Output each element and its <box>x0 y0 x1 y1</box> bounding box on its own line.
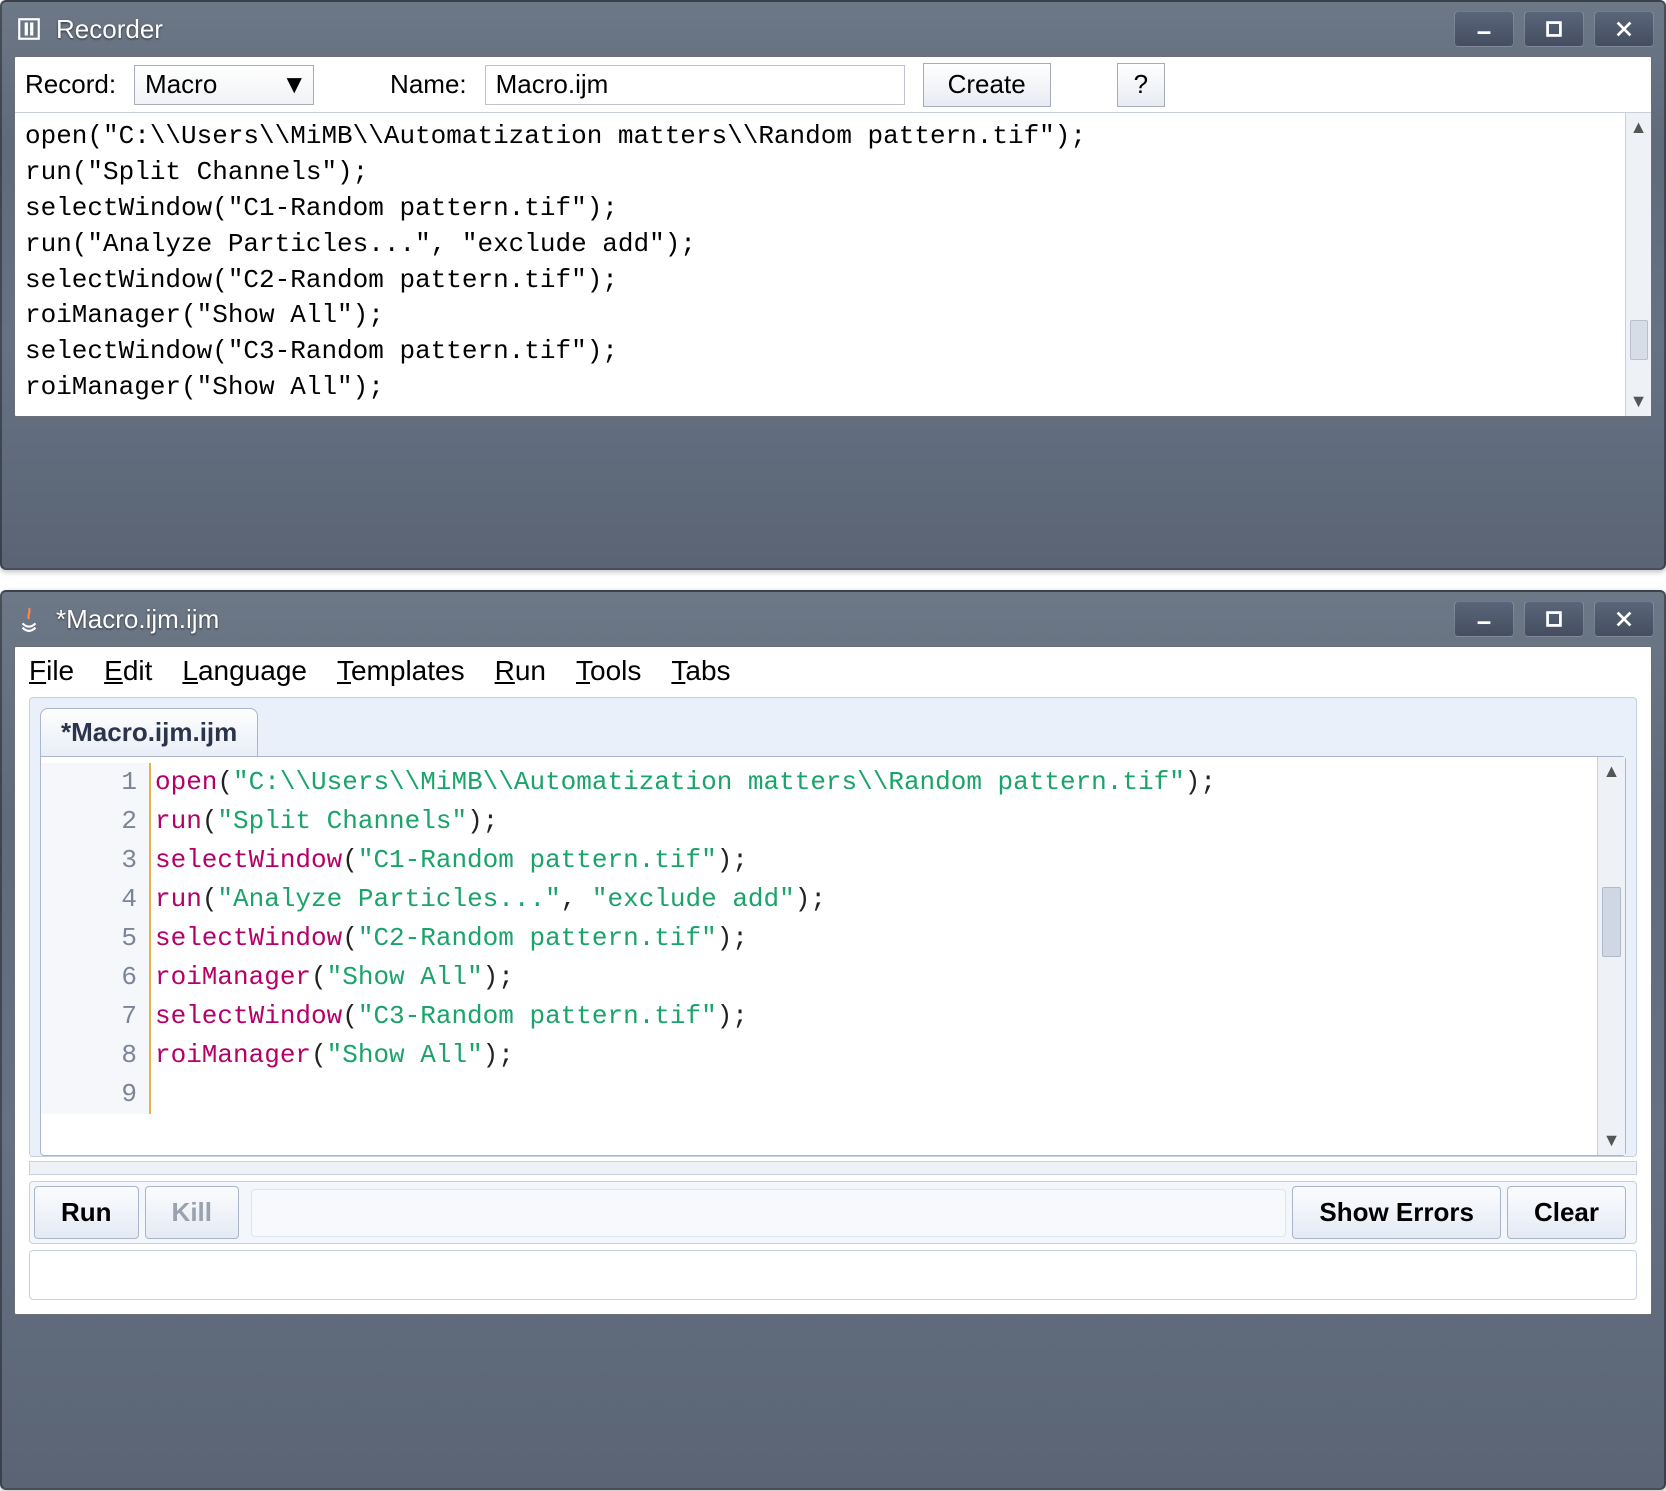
name-label: Name: <box>390 69 467 100</box>
menu-file[interactable]: File <box>29 655 74 687</box>
code-content: roiManager("Show All"); <box>151 958 514 997</box>
macro-name-input[interactable] <box>485 65 905 105</box>
line-number: 9 <box>41 1075 151 1114</box>
line-number: 5 <box>41 919 151 958</box>
minimize-button[interactable] <box>1454 601 1514 637</box>
tab-macro[interactable]: *Macro.ijm.ijm <box>40 708 258 756</box>
line-number: 1 <box>41 763 151 802</box>
line-number: 7 <box>41 997 151 1036</box>
scroll-down-icon[interactable]: ▼ <box>1630 391 1648 412</box>
menu-tools[interactable]: Tools <box>576 655 641 687</box>
imagej-icon <box>16 16 42 42</box>
code-editor[interactable]: 1open("C:\\Users\\MiMB\\Automatization m… <box>41 757 1625 1120</box>
record-type-value: Macro <box>145 69 217 100</box>
record-type-combo[interactable]: Macro ▼ <box>134 65 314 105</box>
scroll-thumb[interactable] <box>1602 887 1621 957</box>
menu-language[interactable]: Language <box>182 655 307 687</box>
code-line: 7selectWindow("C3-Random pattern.tif"); <box>41 997 1593 1036</box>
line-number: 6 <box>41 958 151 997</box>
editor-title: *Macro.ijm.ijm <box>56 604 1454 635</box>
java-icon <box>16 606 42 632</box>
editor-window: *Macro.ijm.ijm File Edit Language Templates… <box>0 590 1666 1490</box>
code-content: run("Split Channels"); <box>151 802 498 841</box>
code-content: selectWindow("C2-Random pattern.tif"); <box>151 919 748 958</box>
menu-run[interactable]: Run <box>495 655 546 687</box>
recorder-window: Recorder Record: Macro ▼ Name: Create ? <box>0 0 1666 570</box>
kill-button[interactable]: Kill <box>145 1186 239 1239</box>
code-line: 4run("Analyze Particles...", "exclude ad… <box>41 880 1593 919</box>
recorder-titlebar[interactable]: Recorder <box>2 2 1664 56</box>
output-console[interactable] <box>29 1250 1637 1300</box>
tab-label: *Macro.ijm.ijm <box>61 717 237 747</box>
recorder-scrollbar[interactable]: ▲ ▼ <box>1625 113 1651 416</box>
menu-tabs[interactable]: Tabs <box>671 655 730 687</box>
code-line: 6roiManager("Show All"); <box>41 958 1593 997</box>
line-number: 8 <box>41 1036 151 1075</box>
status-field <box>251 1189 1286 1237</box>
editor-titlebar[interactable]: *Macro.ijm.ijm <box>2 592 1664 646</box>
code-line: 1open("C:\\Users\\MiMB\\Automatization m… <box>41 763 1593 802</box>
splitter[interactable] <box>29 1161 1637 1175</box>
show-errors-button[interactable]: Show Errors <box>1292 1186 1501 1239</box>
close-button[interactable] <box>1594 11 1654 47</box>
minimize-button[interactable] <box>1454 11 1514 47</box>
code-content: run("Analyze Particles...", "exclude add… <box>151 880 826 919</box>
create-button[interactable]: Create <box>923 63 1051 107</box>
scroll-up-icon[interactable]: ▲ <box>1630 117 1648 138</box>
maximize-button[interactable] <box>1524 601 1584 637</box>
code-content: roiManager("Show All"); <box>151 1036 514 1075</box>
code-content <box>151 1075 155 1114</box>
scroll-thumb[interactable] <box>1630 320 1648 360</box>
code-content: open("C:\\Users\\MiMB\\Automatization ma… <box>151 763 1216 802</box>
code-content: selectWindow("C3-Random pattern.tif"); <box>151 997 748 1036</box>
close-button[interactable] <box>1594 601 1654 637</box>
recorder-textarea[interactable]: open("C:\\Users\\MiMB\\Automatization ma… <box>15 113 1651 416</box>
editor-menubar: File Edit Language Templates Run Tools Tabs <box>15 647 1651 697</box>
editor-bottom-bar: Run Kill Show Errors Clear <box>29 1181 1637 1244</box>
code-line: 9 <box>41 1075 1593 1114</box>
maximize-button[interactable] <box>1524 11 1584 47</box>
record-label: Record: <box>25 69 116 100</box>
run-button[interactable]: Run <box>34 1186 139 1239</box>
menu-templates[interactable]: Templates <box>337 655 465 687</box>
line-number: 2 <box>41 802 151 841</box>
code-content: selectWindow("C1-Random pattern.tif"); <box>151 841 748 880</box>
code-line: 8roiManager("Show All"); <box>41 1036 1593 1075</box>
recorder-toolbar: Record: Macro ▼ Name: Create ? <box>15 57 1651 113</box>
scroll-up-icon[interactable]: ▲ <box>1598 761 1625 782</box>
clear-button[interactable]: Clear <box>1507 1186 1626 1239</box>
scroll-down-icon[interactable]: ▼ <box>1598 1130 1625 1151</box>
code-line: 5selectWindow("C2-Random pattern.tif"); <box>41 919 1593 958</box>
line-number: 4 <box>41 880 151 919</box>
editor-scrollbar[interactable]: ▲ ▼ <box>1597 757 1625 1155</box>
code-line: 3selectWindow("C1-Random pattern.tif"); <box>41 841 1593 880</box>
menu-edit[interactable]: Edit <box>104 655 152 687</box>
help-button[interactable]: ? <box>1117 63 1165 107</box>
code-line: 2run("Split Channels"); <box>41 802 1593 841</box>
recorder-title: Recorder <box>56 14 1454 45</box>
line-number: 3 <box>41 841 151 880</box>
chevron-down-icon: ▼ <box>281 69 307 100</box>
